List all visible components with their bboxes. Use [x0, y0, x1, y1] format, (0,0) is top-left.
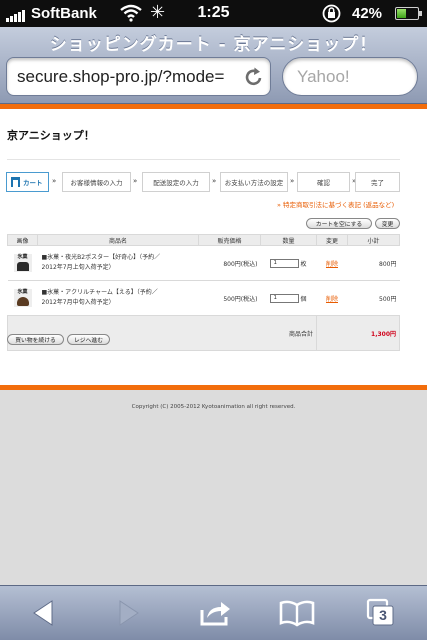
step-customer-info: お客様情報の入力	[62, 172, 131, 192]
url-field[interactable]: secure.shop-pro.jp/?mode=	[6, 57, 271, 96]
tabs-icon[interactable]: 3	[365, 598, 397, 628]
shop-name-heading: 京アニショップ！	[7, 129, 95, 142]
step-label: お客様情報の入力	[70, 179, 123, 187]
table-header-row: 画像 商品名 販売価格 数量 変更 小計	[7, 234, 400, 246]
step-label: カート	[23, 179, 43, 187]
table-row: 氷菓 ■氷菓・夜光B2ポスター【好奇心】（予約／ 2012年7月上旬入荷予定） …	[7, 245, 400, 281]
quantity-input[interactable]: 1	[270, 293, 300, 303]
cart-icon	[11, 177, 20, 187]
step-label: 完了	[371, 179, 384, 187]
product-subtotal: 500円	[347, 280, 400, 316]
total-amount: 1,300円	[316, 315, 400, 351]
product-name-line[interactable]: ■氷菓・アクリルチャーム【える】（予約／	[42, 288, 199, 298]
thumbnail-art	[16, 262, 29, 271]
step-arrow-icon: »	[52, 177, 57, 185]
battery-icon	[395, 7, 422, 20]
column-header: 小計	[347, 234, 400, 246]
product-name-line[interactable]: 2012年7月上旬入荷予定）	[42, 263, 199, 273]
product-name-line[interactable]: ■氷菓・夜光B2ポスター【好奇心】（予約／	[42, 253, 199, 263]
step-arrow-icon: »	[290, 177, 295, 185]
thumbnail-logo-text: 氷菓	[17, 254, 28, 260]
page-title: ショッピングカート - 京アニショップ！	[49, 35, 378, 55]
step-label: お支払い方法の設定	[224, 179, 284, 187]
step-payment: お支払い方法の設定	[220, 172, 288, 192]
column-header: 商品名	[37, 234, 199, 246]
step-label: 配送設定の入力	[153, 179, 199, 187]
divider	[7, 159, 400, 160]
quantity-unit: 枚	[300, 260, 307, 268]
product-subtotal: 800円	[347, 245, 400, 281]
product-price: 800円(税込)	[198, 245, 261, 281]
search-field[interactable]: Yahoo!	[282, 57, 418, 96]
thumbnail-logo-text: 氷菓	[17, 289, 28, 295]
step-label: 確認	[317, 179, 330, 187]
product-image-cell: 氷菓	[7, 280, 38, 316]
status-bar: SoftBank ✳ 1:25 42%	[0, 0, 427, 27]
tab-count: 3	[379, 607, 387, 623]
step-arrow-icon: »	[133, 177, 138, 185]
quantity-cell: 1 個	[260, 280, 317, 316]
table-row: 氷菓 ■氷菓・アクリルチャーム【える】（予約／ 2012年7月中旬入荷予定） 5…	[7, 280, 400, 316]
delete-cell: 削除	[316, 245, 348, 281]
product-image-cell: 氷菓	[7, 245, 38, 281]
back-arrow-icon[interactable]	[30, 598, 56, 628]
product-price: 500円(税込)	[198, 280, 261, 316]
column-header: 画像	[7, 234, 38, 246]
web-page: 京アニショップ！ カート » お客様情報の入力 » 配送設定の入力 » お支払い…	[0, 104, 427, 585]
cart-content: 京アニショップ！ カート » お客様情報の入力 » 配送設定の入力 » お支払い…	[0, 109, 427, 385]
url-text[interactable]: secure.shop-pro.jp/?mode=	[17, 67, 237, 87]
column-header: 販売価格	[198, 234, 261, 246]
thumbnail-art	[16, 297, 29, 306]
checkout-button[interactable]: レジへ進む	[67, 334, 110, 345]
orientation-lock-icon	[322, 4, 341, 23]
delete-link[interactable]: 削除	[326, 296, 338, 303]
product-name-line[interactable]: 2012年7月中旬入荷予定）	[42, 298, 199, 308]
browser-toolbar: 3	[0, 585, 427, 640]
step-cart: カート	[6, 172, 49, 192]
total-label: 商品合計	[7, 315, 317, 351]
quantity-cell: 1 枚	[260, 245, 317, 281]
share-icon[interactable]	[199, 598, 233, 628]
step-complete: 完了	[355, 172, 400, 192]
bookmarks-icon[interactable]	[279, 598, 315, 628]
step-arrow-icon: »	[212, 177, 217, 185]
column-header: 数量	[260, 234, 317, 246]
step-shipping: 配送設定の入力	[142, 172, 210, 192]
forward-arrow-icon[interactable]	[116, 598, 142, 628]
delete-cell: 削除	[316, 280, 348, 316]
reload-icon[interactable]	[244, 66, 264, 88]
empty-cart-button[interactable]: カートを空にする	[306, 218, 372, 229]
column-header: 変更	[316, 234, 348, 246]
battery-fill	[397, 9, 407, 18]
cart-table: 画像 商品名 販売価格 数量 変更 小計 氷菓 ■氷菓・夜光B2ポスター【好奇心…	[7, 234, 400, 351]
delete-link[interactable]: 削除	[326, 261, 338, 268]
continue-shopping-button[interactable]: 買い物を続ける	[7, 334, 64, 345]
product-thumbnail[interactable]: 氷菓	[13, 254, 32, 272]
battery-percent: 42%	[352, 5, 383, 22]
product-name[interactable]: ■氷菓・夜光B2ポスター【好奇心】（予約／ 2012年7月上旬入荷予定）	[37, 245, 199, 281]
update-cart-button[interactable]: 変更	[375, 218, 400, 229]
quantity-unit: 個	[300, 295, 307, 303]
product-thumbnail[interactable]: 氷菓	[13, 289, 32, 307]
legal-notice-link[interactable]: » 特定商取引法に基づく表記 (返品など)	[277, 199, 394, 209]
copyright-text: Copyright (C) 2005-2012 Kyotoanimation a…	[131, 404, 296, 410]
product-name[interactable]: ■氷菓・アクリルチャーム【える】（予約／ 2012年7月中旬入荷予定）	[37, 280, 199, 316]
total-row: 商品合計 1,300円	[7, 315, 400, 351]
step-confirm: 確認	[297, 172, 350, 192]
quantity-input[interactable]: 1	[270, 258, 300, 268]
browser-address-bar: ショッピングカート - 京アニショップ！ secure.shop-pro.jp/…	[0, 27, 427, 104]
